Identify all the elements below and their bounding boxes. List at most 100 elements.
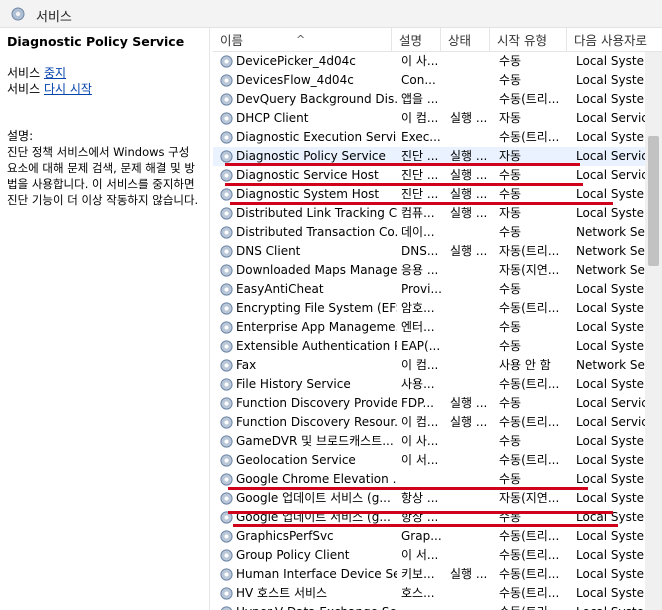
service-row[interactable]: DHCP Client 이 컴... 실행 ... 자동 Local Service	[213, 109, 662, 128]
gear-icon	[219, 130, 234, 145]
service-row[interactable]: EasyAntiCheat Provi... 수동 Local System	[213, 280, 662, 299]
service-description-cell: 호스...	[401, 586, 435, 600]
gear-icon	[219, 73, 234, 88]
service-description-cell: 데이...	[401, 225, 435, 239]
service-row[interactable]: Fax이 컴...사용 안 함Network Service	[213, 356, 662, 375]
service-description-cell: ...	[399, 603, 445, 610]
service-description-cell: 이 사...	[401, 54, 439, 68]
service-name-cell: DevicePicker_4d04c	[219, 52, 397, 71]
service-row[interactable]: Diagnostic Execution Service Exec... 수동(트리…	[213, 128, 662, 147]
column-header-description[interactable]: 설명	[392, 28, 441, 52]
column-header-startup-type[interactable]: 시작 유형	[490, 28, 567, 52]
stop-service-link[interactable]: 중지	[44, 66, 66, 80]
service-startup-cell: 수동	[499, 396, 522, 410]
service-status-cell	[448, 432, 494, 451]
scrollbar-thumb[interactable]	[648, 136, 659, 266]
service-description-cell: Con...	[401, 73, 436, 87]
service-row[interactable]: Google 업데이트 서비스 (g... 항상 ... 자동(지연... Local…	[213, 489, 662, 508]
service-status-cell: 실행 ...	[450, 415, 488, 429]
gear-icon	[219, 225, 234, 240]
service-row[interactable]: GameDVR 및 브로드캐스트... 이 사... 수동 Local System	[213, 432, 662, 451]
service-name: Fax	[236, 358, 257, 372]
service-row[interactable]: Human Interface Device Se... 키보... 실행 ... 수…	[213, 565, 662, 584]
service-status-cell	[448, 527, 494, 546]
service-row[interactable]: HV 호스트 서비스 호스... 수동(트리... Local System	[213, 584, 662, 603]
service-row[interactable]: Geolocation Service 이 서... 수동(트리... Local S…	[213, 451, 662, 470]
service-name: Google 업데이트 서비스 (g...	[236, 491, 391, 505]
service-name: Function Discovery Resour...	[236, 415, 397, 429]
service-startup-cell: 사용 안 함	[499, 358, 551, 372]
service-row[interactable]: Function Discovery Provide... FDP... 실행 ..…	[213, 394, 662, 413]
service-row[interactable]: Distributed Link Tracking C... 컴퓨... 실행 ..…	[213, 204, 662, 223]
service-row[interactable]: File History Service 사용... 수동(트리... Local S…	[213, 375, 662, 394]
service-status-cell: 실행 ...	[450, 206, 488, 220]
service-row[interactable]: Downloaded Maps Manager 응용 ... 자동(지연... Net…	[213, 261, 662, 280]
column-header-logon-as[interactable]: 다음 사용자로	[567, 28, 662, 52]
service-status-cell	[448, 356, 494, 375]
service-status-cell	[448, 546, 494, 565]
service-name: Function Discovery Provide...	[236, 396, 397, 410]
service-name-cell: Downloaded Maps Manager	[219, 261, 397, 280]
service-row[interactable]: GraphicsPerfSvc Grap... 수동(트리... Local Syst…	[213, 527, 662, 546]
service-row[interactable]: DevQuery Background Dis... 앱을 ... 수동(트리...…	[213, 90, 662, 109]
annotation-underline	[230, 202, 613, 205]
service-startup-cell: 수동(트리...	[497, 603, 568, 610]
service-description-cell: EAP(...	[401, 339, 441, 353]
service-row[interactable]: Distributed Transaction Co... 데이... 수동 Netw…	[213, 223, 662, 242]
service-name-cell: Fax	[219, 356, 397, 375]
gear-icon	[11, 7, 25, 21]
service-description: 진단 정책 서비스에서 Windows 구성 요소에 대해 문제 검색, 문제 …	[7, 145, 199, 207]
service-row[interactable]: Hyper-V Data Exchange Se......수동(트리...Lo…	[213, 603, 662, 610]
service-row[interactable]: Group Policy Client 이 서... 수동(트리... Local S…	[213, 546, 662, 565]
service-name-cell: Hyper-V Data Exchange Se...	[219, 603, 397, 610]
service-startup-cell: 수동(트리...	[499, 586, 560, 600]
gear-icon	[219, 168, 234, 183]
gear-icon	[219, 358, 234, 373]
service-name: Group Policy Client	[236, 548, 350, 562]
service-row[interactable]: Extensible Authentication P... EAP(... 수동 L…	[213, 337, 662, 356]
service-row[interactable]: DevicesFlow_4d04c Con... 수동 Local System	[213, 71, 662, 90]
service-description-cell: DNS...	[401, 244, 439, 258]
title-bar: 서비스	[0, 0, 662, 28]
service-name-cell: DNS Client	[219, 242, 397, 261]
service-row[interactable]: Function Discovery Resour... 이 컴... 실행 ...…	[213, 413, 662, 432]
service-name: Distributed Link Tracking C...	[236, 206, 397, 220]
service-row[interactable]: Encrypting File System (EFS) 암호... 수동(트리..…	[213, 299, 662, 318]
vertical-scrollbar[interactable]	[645, 52, 662, 610]
action-prefix: 서비스	[7, 66, 41, 80]
service-row[interactable]: Enterprise App Manageme... 엔터... 수동 Local S…	[213, 318, 662, 337]
gear-icon	[219, 453, 234, 468]
restart-service-link[interactable]: 다시 시작	[44, 82, 92, 96]
service-description-cell: Exec...	[401, 130, 441, 144]
column-header-name[interactable]: 이름 ^	[213, 28, 392, 52]
selected-service-title: Diagnostic Policy Service	[7, 34, 185, 49]
annotation-underline	[233, 524, 618, 527]
service-name: DNS Client	[236, 244, 301, 258]
service-status-cell	[448, 261, 494, 280]
service-name-cell: HV 호스트 서비스	[219, 584, 397, 603]
service-name: DevicesFlow_4d04c	[236, 73, 354, 87]
service-name-cell: File History Service	[219, 375, 397, 394]
service-name: DHCP Client	[236, 111, 309, 125]
service-row[interactable]: DevicePicker_4d04c 이 사... 수동 Local System	[213, 52, 662, 71]
service-description-cell: 이 컴...	[401, 358, 439, 372]
action-prefix: 서비스	[7, 82, 41, 96]
service-name: Enterprise App Manageme...	[236, 320, 397, 334]
gear-icon	[219, 491, 234, 506]
service-startup-cell: 수동	[499, 73, 522, 87]
service-name: Encrypting File System (EFS)	[236, 301, 397, 315]
service-description-cell: 사용...	[401, 377, 435, 391]
service-name-cell: Enterprise App Manageme...	[219, 318, 397, 337]
service-status-cell	[448, 52, 494, 71]
service-description-cell: 응용 ...	[401, 263, 439, 277]
service-status-cell	[448, 90, 494, 109]
service-startup-cell: 수동(트리...	[499, 415, 560, 429]
service-status-cell	[448, 128, 494, 147]
sort-ascending-icon: ^	[296, 33, 306, 46]
action-stop-line: 서비스 중지	[7, 65, 203, 81]
service-description-cell: 암호...	[401, 301, 435, 315]
column-header-status[interactable]: 상태	[441, 28, 490, 52]
service-row[interactable]: DNS ClientDNS...실행 ...자동(트리...Network Se…	[213, 242, 662, 261]
annotation-underline	[225, 163, 580, 166]
service-startup-cell: 자동	[499, 206, 522, 220]
